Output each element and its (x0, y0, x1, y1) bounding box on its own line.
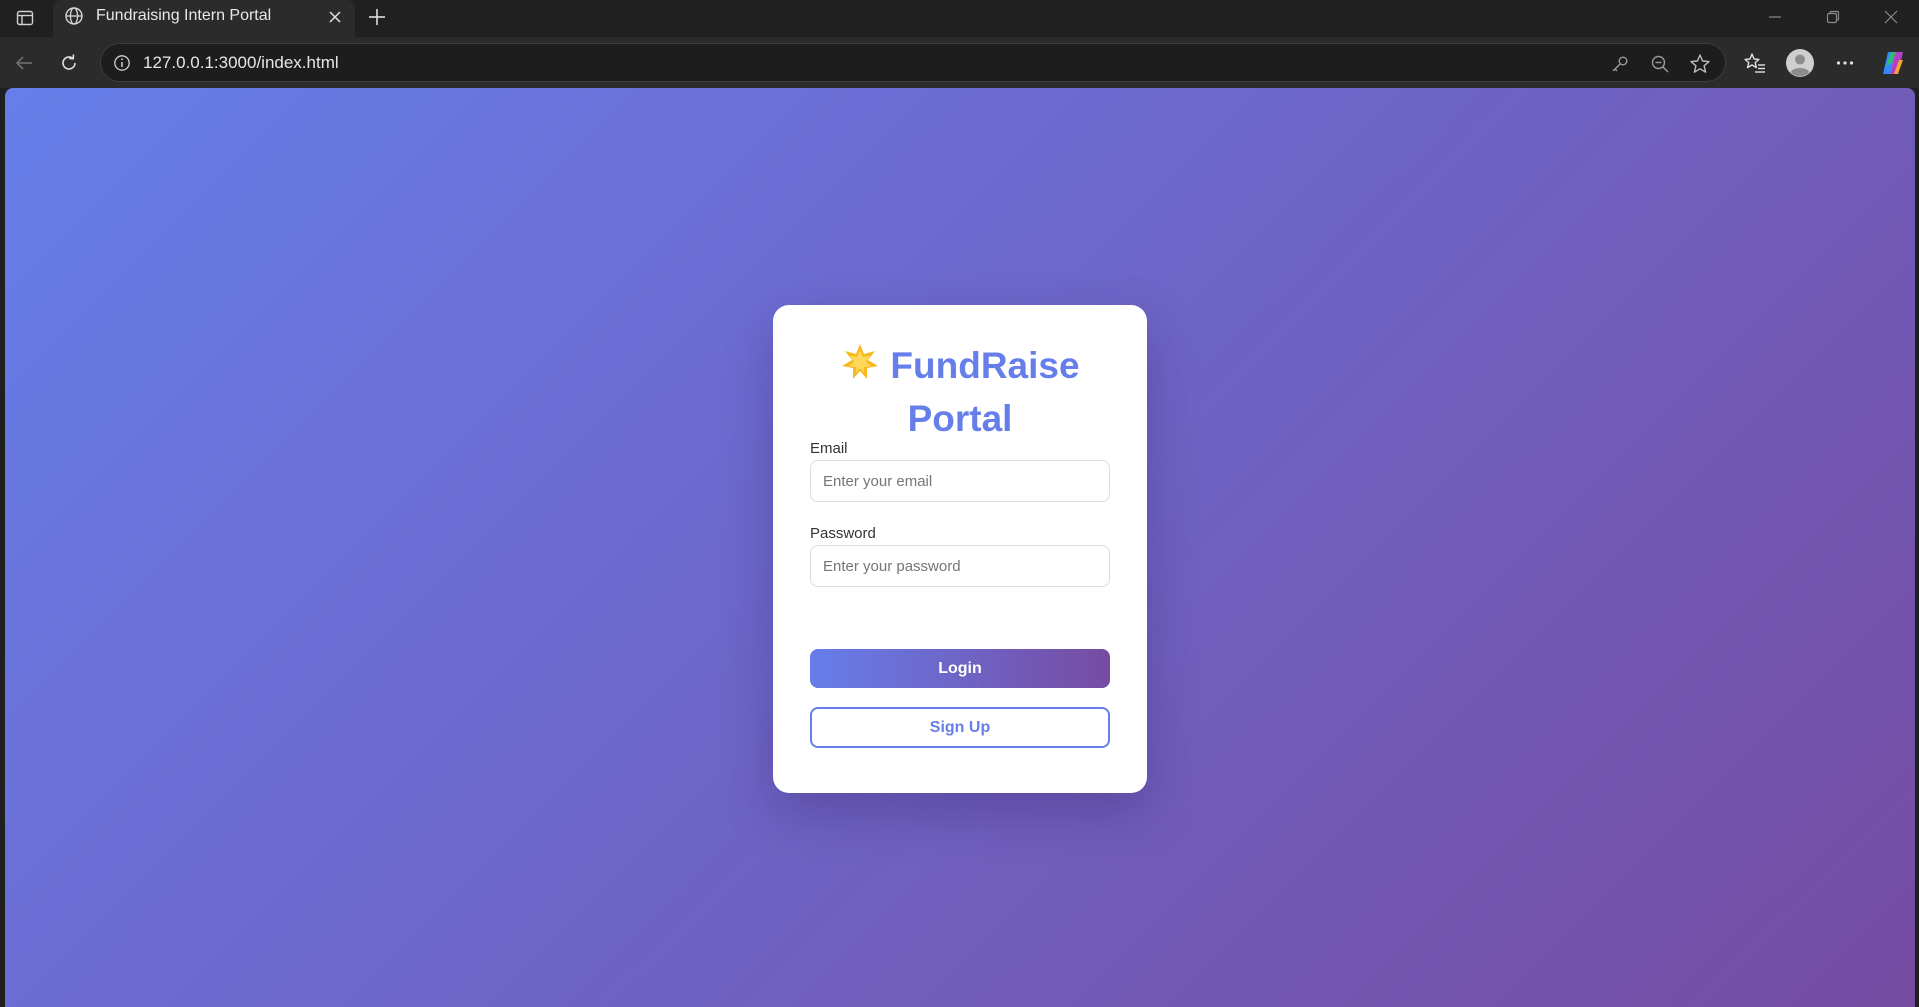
email-input[interactable] (810, 460, 1110, 502)
page-viewport: FundRaise Portal Email Password Login Si… (5, 88, 1915, 1007)
address-bar[interactable]: 127.0.0.1:3000/index.html (100, 43, 1726, 82)
signup-button[interactable]: Sign Up (810, 707, 1110, 748)
star-outline-icon (1690, 54, 1710, 73)
close-icon (329, 11, 341, 23)
copilot-button[interactable] (1875, 45, 1911, 81)
minimize-button[interactable] (1747, 0, 1803, 33)
restore-icon (1826, 10, 1840, 23)
add-favorite-button[interactable] (1687, 51, 1713, 77)
favorites-icon (1744, 53, 1765, 73)
key-icon (1612, 56, 1628, 72)
profile-button[interactable] (1782, 45, 1818, 81)
url-text[interactable]: 127.0.0.1:3000/index.html (143, 53, 339, 73)
tab-title: Fundraising Intern Portal (96, 7, 272, 24)
tab-close-button[interactable] (323, 5, 347, 29)
app-title-line2: Portal (907, 398, 1013, 439)
sidebar-icon (16, 10, 34, 26)
star-icon (840, 342, 880, 394)
app-title-line1: FundRaise (890, 345, 1080, 386)
close-window-button[interactable] (1863, 0, 1919, 33)
login-button[interactable]: Login (810, 649, 1110, 688)
zoom-button[interactable] (1647, 51, 1673, 77)
refresh-button[interactable] (51, 45, 87, 81)
new-tab-button[interactable] (362, 2, 392, 32)
favorites-button[interactable] (1737, 45, 1773, 81)
tab-actions-menu-button[interactable] (10, 4, 40, 32)
more-horizontal-icon (1836, 61, 1854, 65)
email-label: Email (810, 440, 848, 457)
browser-toolbar: 127.0.0.1:3000/index.html (0, 37, 1919, 88)
settings-more-button[interactable] (1827, 45, 1863, 81)
copilot-icon (1883, 52, 1903, 74)
minimize-icon (1769, 15, 1781, 18)
zoom-out-icon (1651, 55, 1669, 73)
info-icon (114, 55, 130, 71)
login-card: FundRaise Portal Email Password Login Si… (773, 305, 1147, 793)
plus-icon (369, 9, 385, 25)
app-title: FundRaise Portal (773, 341, 1147, 443)
password-input[interactable] (810, 545, 1110, 587)
avatar-icon (1786, 49, 1814, 77)
password-label: Password (810, 525, 876, 542)
arrow-left-icon (15, 56, 32, 70)
site-info-button[interactable] (111, 52, 133, 74)
globe-icon (63, 5, 85, 27)
browser-tab-active[interactable]: Fundraising Intern Portal (53, 0, 355, 37)
refresh-icon (62, 54, 76, 70)
restore-button[interactable] (1805, 0, 1861, 33)
tab-bar: Fundraising Intern Portal (0, 0, 1919, 37)
close-icon (1884, 10, 1898, 23)
password-key-button[interactable] (1607, 51, 1633, 77)
back-button[interactable] (6, 45, 42, 81)
